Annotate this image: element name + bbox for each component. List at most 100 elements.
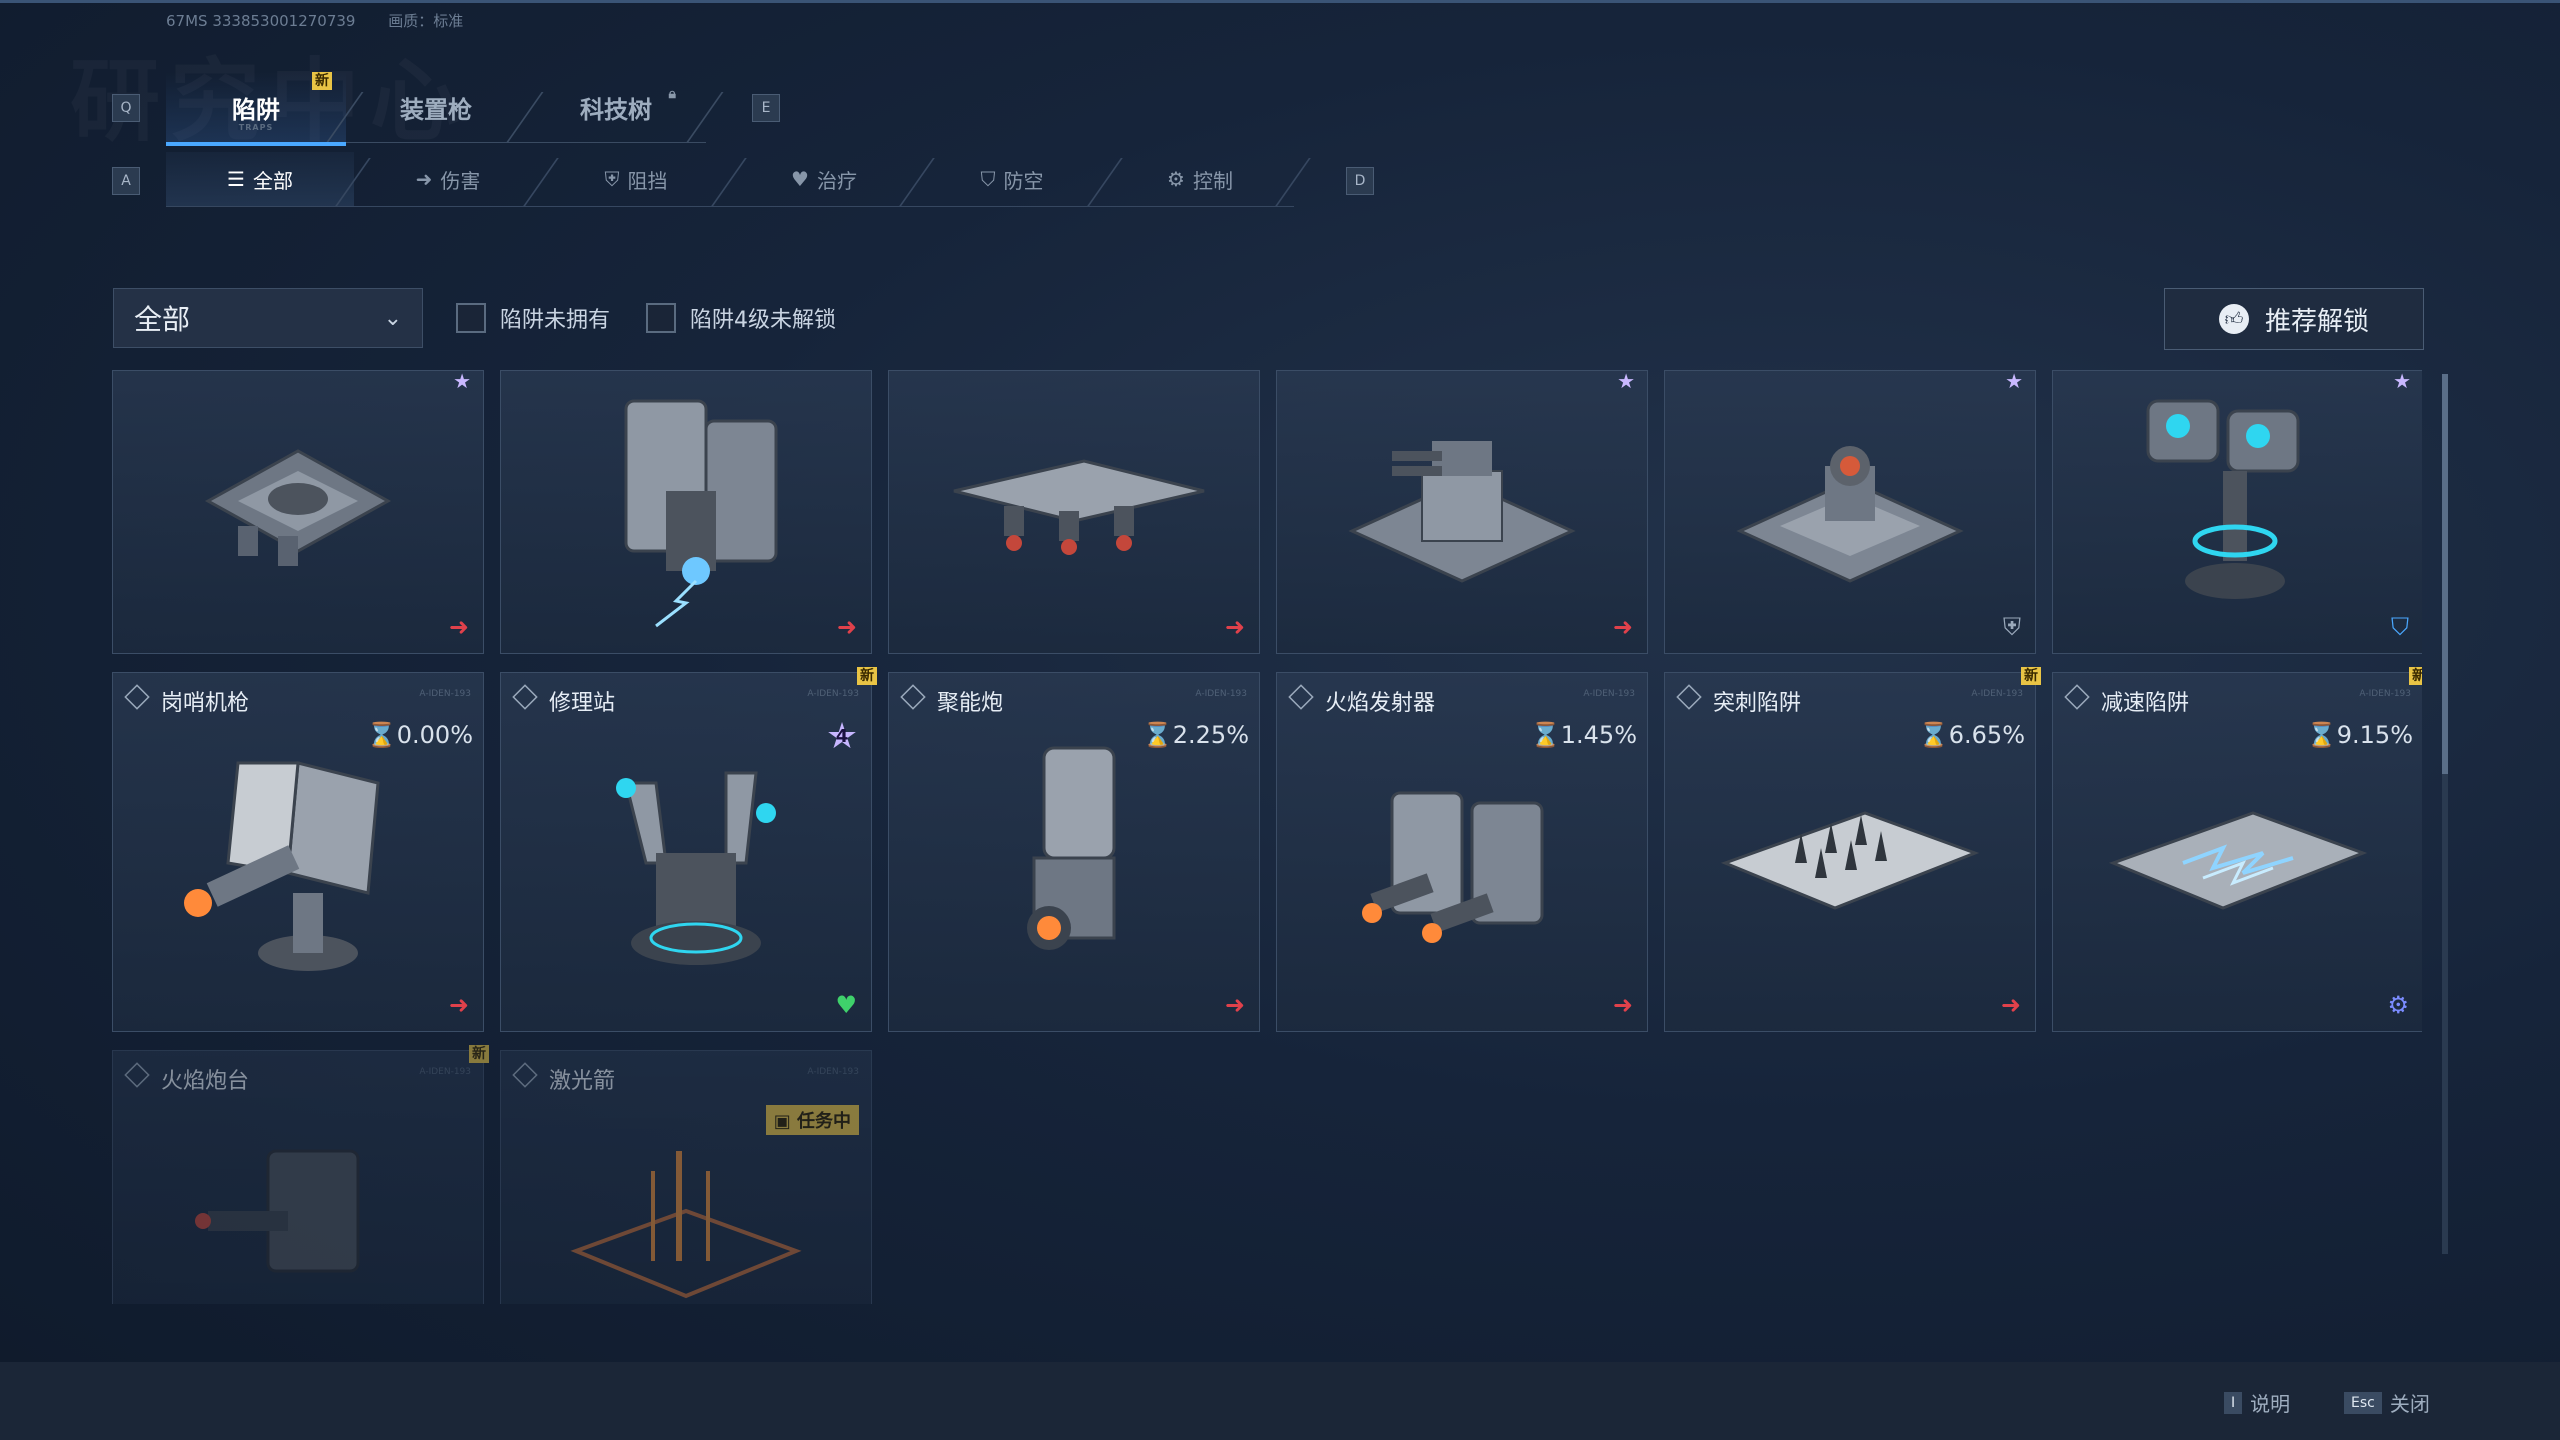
- filter-tab-all[interactable]: ☰ 全部: [166, 152, 371, 207]
- new-badge: 新: [2021, 667, 2041, 685]
- trap-card[interactable]: ➜: [888, 370, 1260, 654]
- trap-card-spike-trap[interactable]: 新 突刺陷阱 A-IDEN-193 ⌛6.65% ➜: [1664, 667, 2041, 1032]
- trap-name: 激光箭: [549, 1069, 616, 1094]
- trap-art: [1720, 811, 1980, 910]
- trap-card[interactable]: ★ ⛉: [2052, 370, 2422, 654]
- checkbox-box[interactable]: [646, 303, 676, 333]
- block-shield-icon: ⛨: [2003, 613, 2021, 641]
- help-button[interactable]: I 说明: [2224, 1388, 2290, 1417]
- key-d-hint[interactable]: D: [1346, 167, 1374, 195]
- trap-art: [184, 761, 380, 971]
- heal-heart-icon: ♥: [835, 991, 857, 1019]
- damage-arrow-icon: ➜: [1224, 991, 1245, 1019]
- antiair-shield-icon: ⛉: [2391, 613, 2409, 641]
- recommend-unlock-button[interactable]: 👍︎ 推荐解锁: [2164, 288, 2424, 350]
- cube-icon: [512, 684, 538, 710]
- rank-star-icon: ★: [2393, 370, 2411, 393]
- rank-star-icon: ★: [453, 370, 471, 393]
- trap-art: [1362, 791, 1544, 943]
- trap-art: [570, 1151, 802, 1299]
- cube-icon: [900, 684, 926, 710]
- cube-icon: [1676, 684, 1702, 710]
- tab-tech-tree[interactable]: 科技树 🔒︎: [526, 72, 724, 143]
- trap-art: [1027, 746, 1116, 950]
- main-tabs: 陷阱 TRAPS 新 装置枪 科技树 🔒︎: [166, 72, 724, 146]
- trap-name: 聚能炮: [937, 691, 1004, 716]
- new-badge: 新: [469, 1045, 489, 1063]
- trap-name: 火焰炮台: [161, 1069, 250, 1094]
- trap-card-laser-arrow[interactable]: 激光箭 A-IDEN-193 ▣ 任务中: [500, 1050, 872, 1304]
- trap-card-slow-trap[interactable]: 新 减速陷阱 A-IDEN-193 ⌛9.15% ⚙: [2052, 667, 2422, 1032]
- lv4-locked-label: 陷阱4级未解锁: [690, 308, 836, 333]
- checkbox-box[interactable]: [456, 303, 486, 333]
- help-key: I: [2224, 1391, 2243, 1414]
- damage-arrow-icon: ➜: [415, 167, 433, 191]
- key-q-hint[interactable]: Q: [112, 94, 140, 122]
- filter-tabs: ☰ 全部 ➜ 伤害 ⛨ 阻挡 ♥ 治疗 ⛉ 防空 ⚙ 控制: [166, 152, 1311, 207]
- heal-heart-icon: ♥: [791, 167, 809, 191]
- not-owned-checkbox[interactable]: 陷阱未拥有: [456, 302, 610, 334]
- filter-tab-antiair[interactable]: ⛉ 防空: [918, 152, 1123, 207]
- close-label: 关闭: [2389, 1392, 2430, 1416]
- trap-card[interactable]: ➜: [500, 370, 872, 654]
- trap-name: 突刺陷阱: [1713, 691, 1802, 716]
- antiair-shield-icon: ⛉: [980, 167, 996, 191]
- new-badge: 新: [312, 72, 332, 90]
- new-badge: 新: [2409, 667, 2422, 685]
- rank-star-icon: ★ 4: [825, 715, 859, 757]
- not-owned-label: 陷阱未拥有: [500, 308, 611, 333]
- hourglass-icon: ⌛: [1530, 721, 1561, 749]
- thumbs-up-icon: 👍︎: [2218, 304, 2249, 334]
- trap-card-repair-station[interactable]: 新 修理站 A-IDEN-193 ★ 4 ♥: [500, 667, 877, 1032]
- damage-arrow-icon: ➜: [1612, 613, 1633, 641]
- rank-star-icon: ★: [2005, 370, 2023, 393]
- list-icon: ☰: [227, 167, 245, 191]
- close-button[interactable]: Esc 关闭: [2344, 1388, 2430, 1417]
- filter-tab-heal[interactable]: ♥ 治疗: [730, 152, 935, 207]
- trap-card-sentry-gun[interactable]: 岗哨机枪 A-IDEN-193 ⌛0.00% ➜: [112, 672, 484, 1032]
- key-a-hint[interactable]: A: [112, 167, 140, 195]
- rank-number: 4: [835, 725, 849, 747]
- tab-traps-label: 陷阱: [232, 95, 280, 124]
- help-label: 说明: [2250, 1392, 2291, 1416]
- tab-device-guns[interactable]: 装置枪: [346, 72, 544, 143]
- category-dropdown[interactable]: 全部 ⌄: [113, 288, 423, 348]
- trap-card[interactable]: ★ ➜: [112, 370, 484, 654]
- damage-arrow-icon: ➜: [448, 613, 469, 641]
- chevron-down-icon: ⌄: [383, 305, 402, 331]
- trap-art: [195, 1149, 360, 1273]
- tab-traps[interactable]: 陷阱 TRAPS 新: [166, 72, 364, 146]
- trap-art: [1348, 441, 1576, 583]
- progress-percent: ⌛6.65%: [1918, 721, 2025, 749]
- trap-name: 岗哨机枪: [161, 691, 250, 716]
- damage-arrow-icon: ➜: [2000, 991, 2021, 1019]
- control-gear-icon: ⚙: [1167, 167, 1185, 191]
- filter-tab-damage[interactable]: ➜ 伤害: [354, 152, 559, 207]
- filter-tab-block[interactable]: ⛨ 阻挡: [542, 152, 747, 207]
- lv4-locked-checkbox[interactable]: 陷阱4级未解锁: [646, 302, 836, 334]
- progress-percent: ⌛9.15%: [2306, 721, 2413, 749]
- dropdown-value: 全部: [134, 303, 191, 336]
- filter-tab-control[interactable]: ⚙ 控制: [1106, 152, 1311, 207]
- key-e-hint[interactable]: E: [752, 94, 780, 122]
- cube-icon: [2064, 684, 2090, 710]
- trap-card-flamethrower[interactable]: 火焰发射器 A-IDEN-193 ⌛1.45% ➜: [1276, 672, 1648, 1032]
- rank-star-icon: ★: [1617, 370, 1635, 393]
- damage-arrow-icon: ➜: [448, 991, 469, 1019]
- damage-arrow-icon: ➜: [836, 613, 857, 641]
- damage-arrow-icon: ➜: [1612, 991, 1633, 1019]
- trap-art: [616, 771, 776, 965]
- trap-card[interactable]: ★ ➜: [1276, 370, 1648, 654]
- trap-card-focus-cannon[interactable]: 聚能炮 A-IDEN-193 ⌛2.25% ➜: [888, 672, 1260, 1032]
- cube-icon: [512, 1062, 538, 1088]
- cube-icon: [1288, 684, 1314, 710]
- trap-name: 减速陷阱: [2101, 691, 2190, 716]
- hourglass-icon: ⌛: [2306, 721, 2337, 749]
- cube-icon: [124, 1062, 150, 1088]
- esc-key: Esc: [2344, 1391, 2382, 1414]
- scrollbar-thumb[interactable]: [2442, 374, 2448, 774]
- lock-icon: 🔒︎: [668, 86, 676, 102]
- trap-card[interactable]: ★ ⛨: [1664, 370, 2036, 654]
- trap-card-flame-turret[interactable]: 新 火焰炮台 A-IDEN-193: [112, 1045, 489, 1304]
- damage-arrow-icon: ➜: [1224, 613, 1245, 641]
